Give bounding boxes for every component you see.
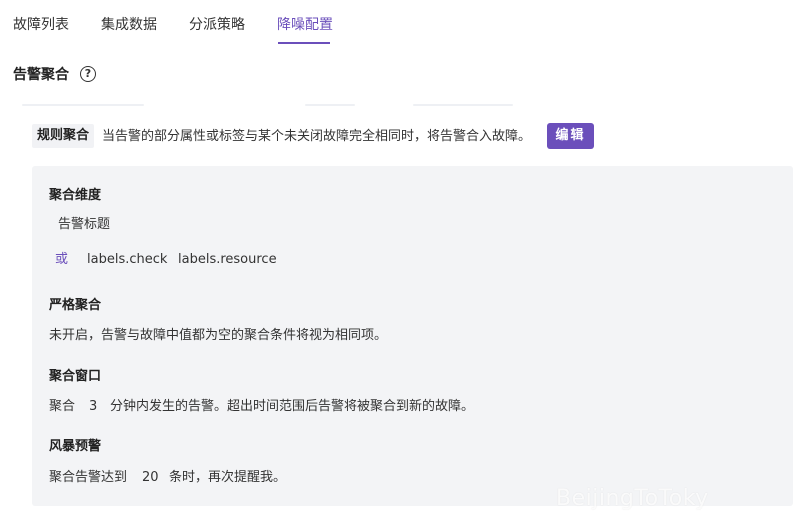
question-circle-icon[interactable]: ?	[80, 66, 96, 82]
strict-label: 严格聚合	[49, 298, 102, 313]
tab-integration-data[interactable]: 集成数据	[101, 15, 157, 35]
dimension-label: 聚合维度	[49, 188, 102, 203]
strict-text: 未开启，告警与故障中值都为空的聚合条件将视为相同项。	[49, 328, 388, 343]
storm-prefix: 聚合告警达到	[49, 470, 128, 485]
divider	[22, 104, 144, 106]
section-title: 告警聚合	[13, 67, 69, 83]
watermark: BeijingToToky	[556, 486, 709, 511]
dimension-value-resource: labels.resource	[178, 252, 277, 267]
storm-label: 风暴预警	[49, 439, 102, 454]
edit-button[interactable]: 编辑	[547, 123, 594, 149]
window-minutes-value: 3	[89, 399, 98, 414]
rule-description: 当告警的部分属性或标签与某个未关闭故障完全相同时，将告警合入故障。	[102, 129, 532, 144]
divider	[305, 104, 355, 106]
or-connector: 或	[55, 252, 69, 267]
active-tab-indicator	[278, 42, 330, 44]
storm-threshold-value: 20	[142, 470, 159, 485]
page: 故障列表 集成数据 分派策略 降噪配置 告警聚合 ? 规则聚合 当告警的部分属性…	[0, 0, 806, 518]
rule-type-tag: 规则聚合	[32, 124, 95, 148]
divider	[413, 104, 513, 106]
tab-dispatch-policy[interactable]: 分派策略	[189, 15, 245, 35]
tab-bar: 故障列表 集成数据 分派策略 降噪配置	[0, 0, 806, 46]
dimension-value-check: labels.check	[87, 252, 168, 267]
storm-suffix: 条时，再次提醒我。	[169, 470, 287, 485]
watermark-text: BeijingToToky	[556, 486, 709, 511]
tab-noise-reduction[interactable]: 降噪配置	[277, 15, 333, 35]
tab-fault-list[interactable]: 故障列表	[13, 15, 69, 35]
window-label: 聚合窗口	[49, 369, 102, 384]
window-suffix: 分钟内发生的告警。超出时间范围后告警将被聚合到新的故障。	[110, 399, 475, 414]
dimension-value-title: 告警标题	[58, 217, 111, 232]
window-prefix: 聚合	[49, 399, 76, 414]
